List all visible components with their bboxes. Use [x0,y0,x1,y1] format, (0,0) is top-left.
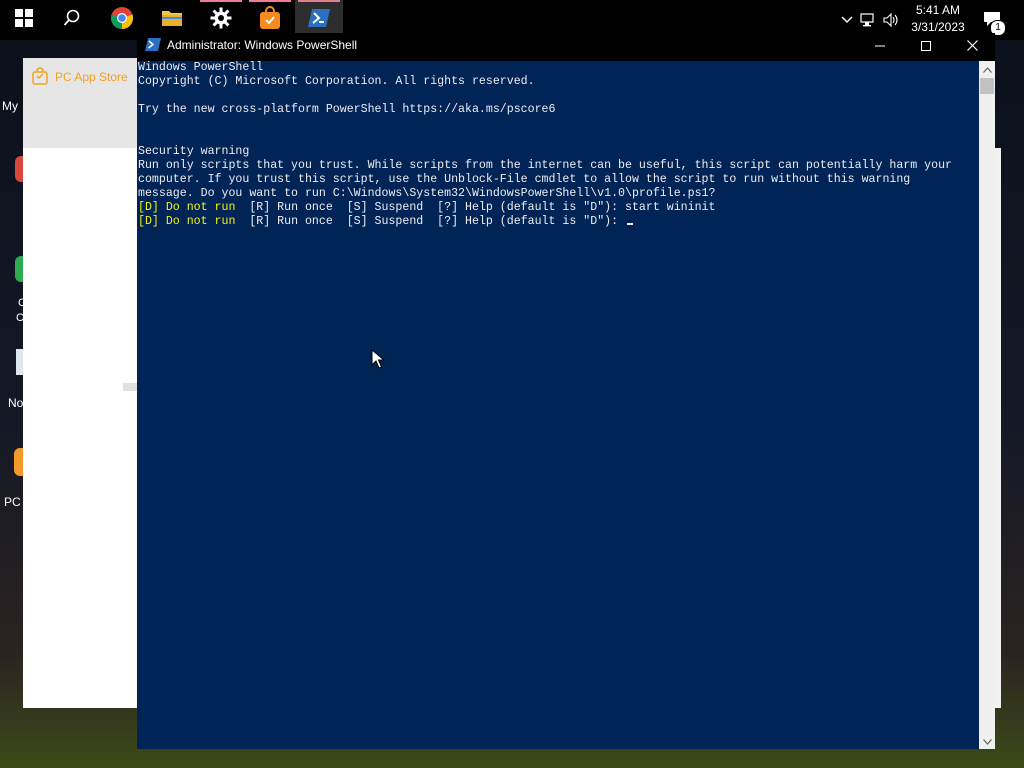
close-button[interactable] [949,33,995,61]
prompt-line: [D] Do not run [R] Run once [S] Suspend … [138,201,978,215]
pc-app-store-window[interactable]: PC App Store [23,58,138,708]
console-line: Try the new cross-platform PowerShell ht… [138,103,556,116]
minimize-button[interactable] [857,33,903,61]
scroll-down-button[interactable] [979,733,995,749]
desktop-icon-notepad[interactable] [16,349,23,375]
search-icon [63,9,81,32]
close-icon [966,38,978,56]
chevron-up-icon[interactable] [838,16,856,24]
desktop-icon-store[interactable] [14,448,23,476]
clock-time: 5:41 AM [915,3,961,17]
desktop-icon-red[interactable] [15,156,23,182]
network-icon[interactable] [856,13,880,27]
prompt-line-active[interactable]: [D] Do not run [R] Run once [S] Suspend … [138,215,978,229]
pc-app-store-header: PC App Store [23,58,138,148]
console-line: Copyright (C) Microsoft Corporation. All… [138,75,535,88]
minimize-icon [875,38,885,56]
volume-icon[interactable] [880,13,902,27]
mouse-pointer-icon [371,348,386,374]
running-indicator [298,0,340,2]
search-button[interactable] [48,0,96,40]
text-cursor [627,223,634,225]
pc-app-store-scroll-tab[interactable] [123,383,138,391]
notification-center-button[interactable]: 1 [980,8,1006,36]
shopping-bag-icon [259,5,281,35]
desktop-icon-label-pc[interactable]: PC [4,495,21,509]
desktop-icon-chrome[interactable] [15,256,23,282]
console-line: Windows PowerShell [138,61,264,74]
security-warning-heading: Security warning [138,145,250,158]
vertical-scrollbar[interactable] [979,61,995,749]
prompt-rest: [R] Run once [S] Suspend [?] Help (defau… [235,201,716,214]
desktop-icon-label-no[interactable]: No [8,396,23,410]
running-indicator [200,0,242,2]
running-indicator [249,0,291,2]
security-warning-text: message. Do you want to run C:\Windows\S… [138,187,716,200]
maximize-button[interactable] [903,33,949,61]
security-warning-text: Run only scripts that you trust. While s… [138,159,953,172]
powershell-icon [308,8,330,32]
background-window-edge[interactable] [995,148,1001,708]
maximize-icon [921,38,931,56]
desktop-icon-label-my[interactable]: My [2,99,18,113]
start-button[interactable] [0,0,48,40]
scroll-up-button[interactable] [979,61,995,77]
chrome-icon [110,6,134,35]
window-title: Administrator: Windows PowerShell [167,38,358,52]
powershell-window[interactable]: Administrator: Windows PowerShell Window… [137,33,995,749]
scroll-thumb[interactable] [980,78,994,94]
prompt-rest: [R] Run once [S] Suspend [?] Help (defau… [235,215,626,228]
shopping-bag-icon [31,67,49,90]
powershell-icon [145,38,161,56]
gear-icon [210,7,232,34]
powershell-titlebar[interactable]: Administrator: Windows PowerShell [137,33,995,61]
chevron-down-icon [982,732,992,750]
folder-icon [161,8,183,33]
chevron-up-icon [982,60,992,78]
console-output[interactable]: Windows PowerShell Copyright (C) Microso… [138,61,978,749]
security-warning-text: computer. If you trust this script, use … [138,173,911,186]
default-choice: [D] Do not run [138,201,236,214]
default-choice: [D] Do not run [138,215,236,228]
windows-logo-icon [15,8,33,32]
pc-app-store-title: PC App Store [55,70,128,84]
